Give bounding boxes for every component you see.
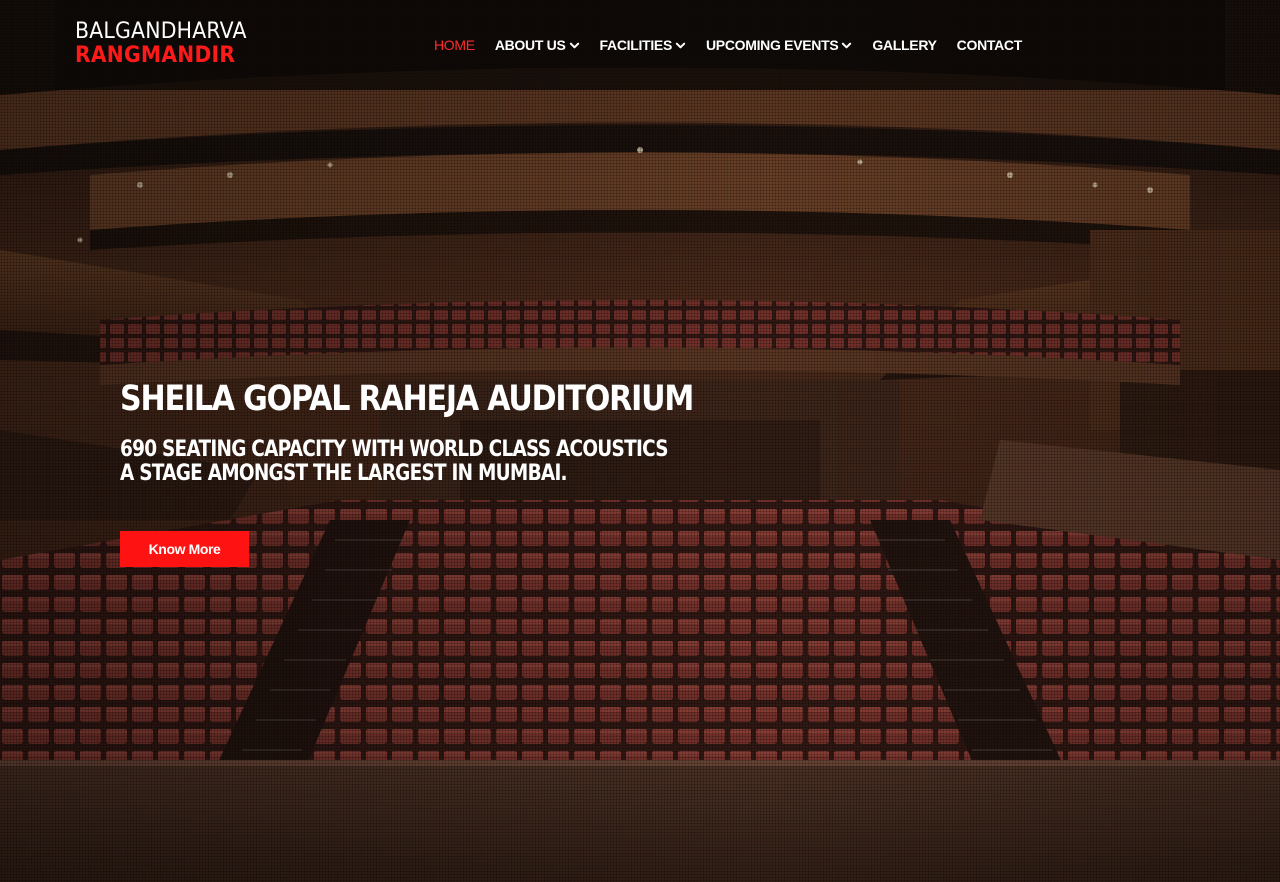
nav-item-home[interactable]: HOME [434,37,475,53]
know-more-button[interactable]: Know More [120,531,249,567]
logo-name-top: BALGANDHARVA [75,19,247,44]
nav-item-contact[interactable]: CONTACT [956,37,1023,53]
chevron-down-icon [675,42,686,48]
hero-title: SHEILA GOPAL RAHEJA AUDITORIUM [120,379,694,419]
hero-subtitle-line-2: A STAGE AMONGST THE LARGEST IN MUMBAI. [120,461,568,486]
nav-item-label: UPCOMING EVENTS [705,37,839,53]
nav-item-label: CONTACT [956,37,1023,53]
chevron-down-icon [569,42,579,48]
nav-item-label: FACILITIES [599,37,673,53]
nav-item-label: GALLERY [872,37,937,53]
nav-item-about-us[interactable]: ABOUT US [495,37,580,53]
site-logo[interactable]: BALGANDHARVA RANGMANDIR [75,20,280,70]
nav-item-facilities[interactable]: FACILITIES [600,37,686,53]
chevron-down-icon [842,42,852,48]
nav-item-upcoming-events[interactable]: UPCOMING EVENTS [706,37,852,53]
logo-name-bottom: RANGMANDIR [75,43,236,68]
top-navbar: BALGANDHARVA RANGMANDIR HOME ABOUT US FA… [55,0,1225,90]
nav-item-label: HOME [434,37,475,53]
hero-subtitle-line-1: 690 SEATING CAPACITY WITH WORLD CLASS AC… [120,437,669,462]
hero-content: SHEILA GOPAL RAHEJA AUDITORIUM 690 SEATI… [120,378,740,567]
hero-subtitle: 690 SEATING CAPACITY WITH WORLD CLASS AC… [120,437,669,486]
nav-item-label: ABOUT US [494,37,566,53]
nav-item-gallery[interactable]: GALLERY [872,37,937,53]
main-menu: HOME ABOUT US FACILITIES UPCOMING EVENTS… [434,34,1042,56]
